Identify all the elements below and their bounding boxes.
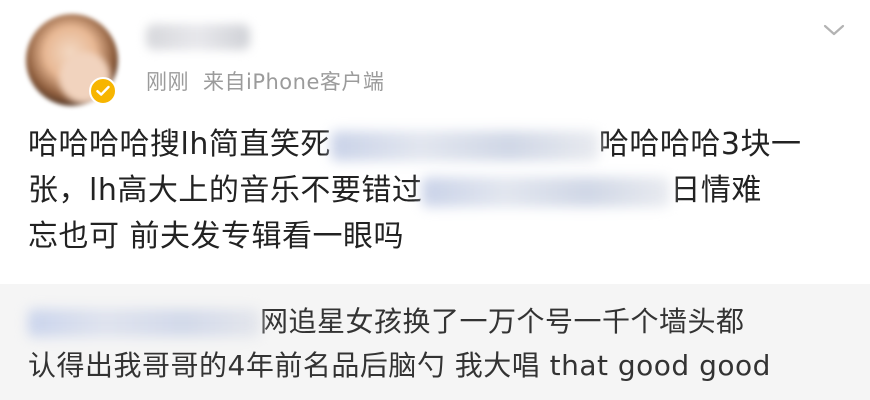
quote-line-1: 网追星女孩换了一万个号一千个墙头都 — [28, 300, 858, 344]
redacted-text — [422, 176, 671, 207]
post-source[interactable]: 来自iPhone客户端 — [203, 70, 384, 94]
quoted-body: 网追星女孩换了一万个号一千个墙头都 认得出我哥哥的4年前名品后脑勺 我大唱 th… — [28, 300, 858, 388]
post-text-segment: 日情难 — [670, 173, 762, 208]
quote-text-segment: 网追星女孩换了一万个号一千个墙头都 — [260, 305, 745, 338]
verified-check-icon — [89, 77, 117, 105]
weibo-post-card: 刚刚 来自iPhone客户端 哈哈哈哈搜lh简直笑死 哈哈哈哈3块一 张，lh高大上… — [0, 0, 870, 400]
redacted-text — [330, 130, 599, 161]
post-text-segment: 哈哈哈哈3块一 — [598, 127, 802, 162]
post-line-1: 哈哈哈哈搜lh简直笑死 哈哈哈哈3块一 — [28, 122, 846, 168]
username-redacted[interactable] — [146, 24, 250, 50]
redacted-username — [28, 309, 260, 337]
post-body: 哈哈哈哈搜lh简直笑死 哈哈哈哈3块一 张，lh高大上的音乐不要错过 日情难 忘也可… — [28, 122, 846, 260]
post-text-segment: 哈哈哈哈搜lh简直笑死 — [28, 127, 331, 162]
post-text-segment: 忘也可 前夫发专辑看一眼吗 — [28, 219, 405, 254]
quoted-repost[interactable]: 网追星女孩换了一万个号一千个墙头都 认得出我哥哥的4年前名品后脑勺 我大唱 th… — [0, 284, 870, 400]
chevron-down-icon[interactable] — [822, 20, 846, 40]
timestamp: 刚刚 — [146, 70, 189, 94]
post-text-segment: 张，lh高大上的音乐不要错过 — [28, 173, 423, 208]
post-line-3: 忘也可 前夫发专辑看一眼吗 — [28, 214, 846, 260]
post-meta: 刚刚 来自iPhone客户端 — [146, 66, 384, 96]
quote-text-segment: 认得出我哥哥的4年前名品后脑勺 我大唱 that good good — [28, 349, 771, 382]
post-line-2: 张，lh高大上的音乐不要错过 日情难 — [28, 168, 846, 214]
quote-line-2: 认得出我哥哥的4年前名品后脑勺 我大唱 that good good — [28, 344, 858, 388]
